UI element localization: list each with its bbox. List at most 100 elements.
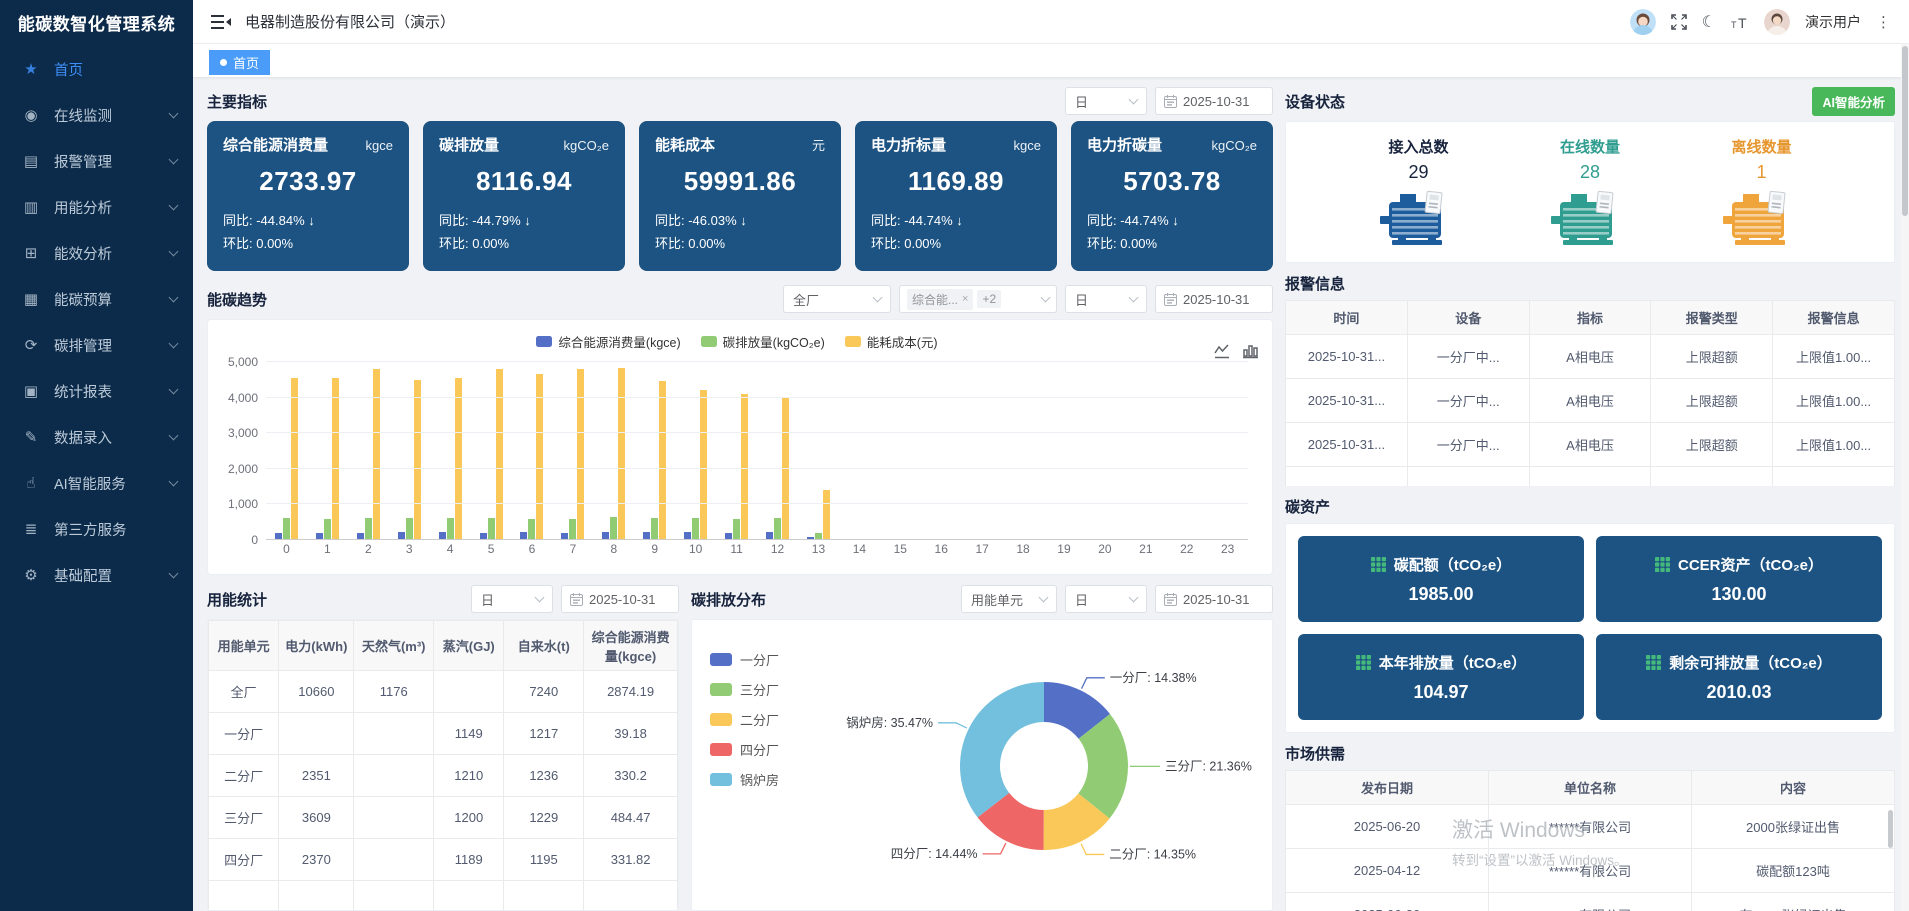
emission-legend-item[interactable]: 三分厂 [710,680,806,699]
table-row: 2025-04-12******有限公司碳配额123吨 [1286,849,1895,893]
column-header: 蒸汽(GJ) [434,621,504,671]
table-row: 三分厂360912001229484.47 [209,797,678,839]
calendar-icon: ▦ [20,290,42,308]
trend-metric-multiselect[interactable]: 综合能...× +2 [899,285,1057,313]
sidebar: 能碳数智化管理系统 ★首页◉在线监测▤报警管理▥用能分析⊞能效分析▦能碳预算⟳碳… [0,0,193,911]
left-column: 主要指标 日 2025-10-31 综合能源消费量kgce2733.97同比: … [207,87,1273,911]
sidebar-item-online-monitor[interactable]: ◉在线监测 [0,92,193,138]
username[interactable]: 演示用户 [1805,12,1861,32]
chevron-down-icon [1039,593,1049,603]
edit-icon: ✎ [20,428,42,446]
tag-close-icon[interactable]: × [962,293,968,305]
table-cell [354,797,434,839]
bar-group [552,362,593,540]
ai-analysis-button[interactable]: AI智能分析 [1812,87,1895,116]
donut-label-line [938,723,967,728]
legend-item[interactable]: 碳排放量(kgCO₂e) [701,332,825,351]
fullscreen-icon[interactable] [1671,14,1687,30]
legend-swatch [536,336,552,347]
sidebar-item-third-party[interactable]: ≣第三方服务 [0,506,193,552]
collapse-sidebar-icon[interactable] [211,14,231,30]
sidebar-item-base-config[interactable]: ⚙基础配置 [0,552,193,598]
chevron-down-icon [169,247,179,257]
emission-unit-select[interactable]: 用能单元 [961,585,1057,613]
table-scrollbar-thumb[interactable] [1888,810,1893,848]
report-icon: ▣ [20,382,42,400]
gridline [266,503,1248,504]
bar-group [921,362,962,540]
sidebar-item-label: 统计报表 [54,381,112,402]
metric-yoy: 同比: -44.74% ↓ [1087,210,1257,229]
sidebar-item-energy-budget[interactable]: ▦能碳预算 [0,276,193,322]
energy-stats-date-picker[interactable]: 2025-10-31 [561,585,679,613]
metric-value: 2733.97 [223,166,393,197]
bar [823,490,830,540]
metric-mom: 环比: 0.00% [871,233,1041,252]
bar-group [1166,362,1207,540]
sidebar-item-efficiency-analysis[interactable]: ⊞能效分析 [0,230,193,276]
trend-scope-select[interactable]: 全厂 [783,285,891,313]
table-cell: 二分厂 [209,755,279,797]
bar-group [880,362,921,540]
sidebar-item-alarm-manage[interactable]: ▤报警管理 [0,138,193,184]
sidebar-item-data-entry[interactable]: ✎数据录入 [0,414,193,460]
sidebar-item-label: 能效分析 [54,243,112,264]
gridline [266,539,1248,540]
assistant-avatar[interactable] [1630,9,1656,35]
trend-period-select[interactable]: 日 [1065,285,1147,313]
table-cell: 1189 [434,839,504,881]
sidebar-item-energy-analysis[interactable]: ▥用能分析 [0,184,193,230]
energy-stats-table-wrap: 用能单元电力(kWh)天然气(m³)蒸汽(GJ)自来水(t)综合能源消费量(kg… [207,619,679,911]
asset-label-row: 剩余可排放量（tCO₂e） [1646,652,1832,673]
metric-value: 59991.86 [655,166,825,197]
x-tick-label: 11 [716,542,757,556]
bar-group [1207,362,1248,540]
table-cell: 1217 [504,713,584,755]
table-cell: 484.47 [584,797,678,839]
metrics-date-picker[interactable]: 2025-10-31 [1155,87,1273,115]
grid-icon [1655,557,1670,572]
emission-period-select[interactable]: 日 [1065,585,1147,613]
metric-yoy: 同比: -44.84% ↓ [223,210,393,229]
legend-item[interactable]: 综合能源消费量(kgce) [536,332,680,351]
legend-label: 锅炉房 [740,770,779,789]
energy-stats-date-value: 2025-10-31 [589,592,656,607]
page-scrollbar-thumb[interactable] [1902,46,1908,216]
sidebar-item-home[interactable]: ★首页 [0,46,193,92]
gridline [266,468,1248,469]
trend-date-picker[interactable]: 2025-10-31 [1155,285,1273,313]
chevron-down-icon [1129,95,1139,105]
legend-item[interactable]: 能耗成本(元) [845,332,938,351]
sidebar-item-carbon-manage[interactable]: ⟳碳排管理 [0,322,193,368]
trend-bars [266,362,1248,540]
sidebar-item-label: 用能分析 [54,197,112,218]
bar-group [757,362,798,540]
font-size-icon[interactable]: TT [1731,15,1749,29]
emission-legend-item[interactable]: 四分厂 [710,740,806,759]
metric-yoy: 同比: -44.79% ↓ [439,210,609,229]
sidebar-nav: ★首页◉在线监测▤报警管理▥用能分析⊞能效分析▦能碳预算⟳碳排管理 ▣ 统计报表 ✎数… [0,44,193,598]
tab-home[interactable]: 首页 [209,50,270,75]
x-tick-label: 16 [921,542,962,556]
emission-legend-item[interactable]: 二分厂 [710,710,806,729]
emission-legend-item[interactable]: 一分厂 [710,650,806,669]
tab-home-label: 首页 [233,53,259,72]
bar [692,518,699,540]
emission-date-picker[interactable]: 2025-10-31 [1155,585,1273,613]
legend-swatch [710,653,732,666]
user-avatar[interactable] [1764,9,1790,35]
dark-mode-icon[interactable]: ☾ [1702,12,1716,31]
energy-stats-period-select[interactable]: 日 [471,585,553,613]
sidebar-item-report[interactable]: ▣ 统计报表 [0,368,193,414]
metrics-period-select[interactable]: 日 [1065,87,1147,115]
y-tick-label: 2,000 [228,462,258,476]
emission-legend-item[interactable]: 锅炉房 [710,770,806,789]
table-cell [279,713,354,755]
bar [455,378,462,540]
bar-group [389,362,430,540]
metric-yoy: 同比: -44.74% ↓ [871,210,1041,229]
sidebar-item-ai-service[interactable]: ☝AI智能服务 [0,460,193,506]
metric-more-tag: +2 [977,290,1001,308]
table-row: 四分厂237011891195331.82 [209,839,678,881]
more-menu-icon[interactable]: ⋮ [1876,13,1891,31]
